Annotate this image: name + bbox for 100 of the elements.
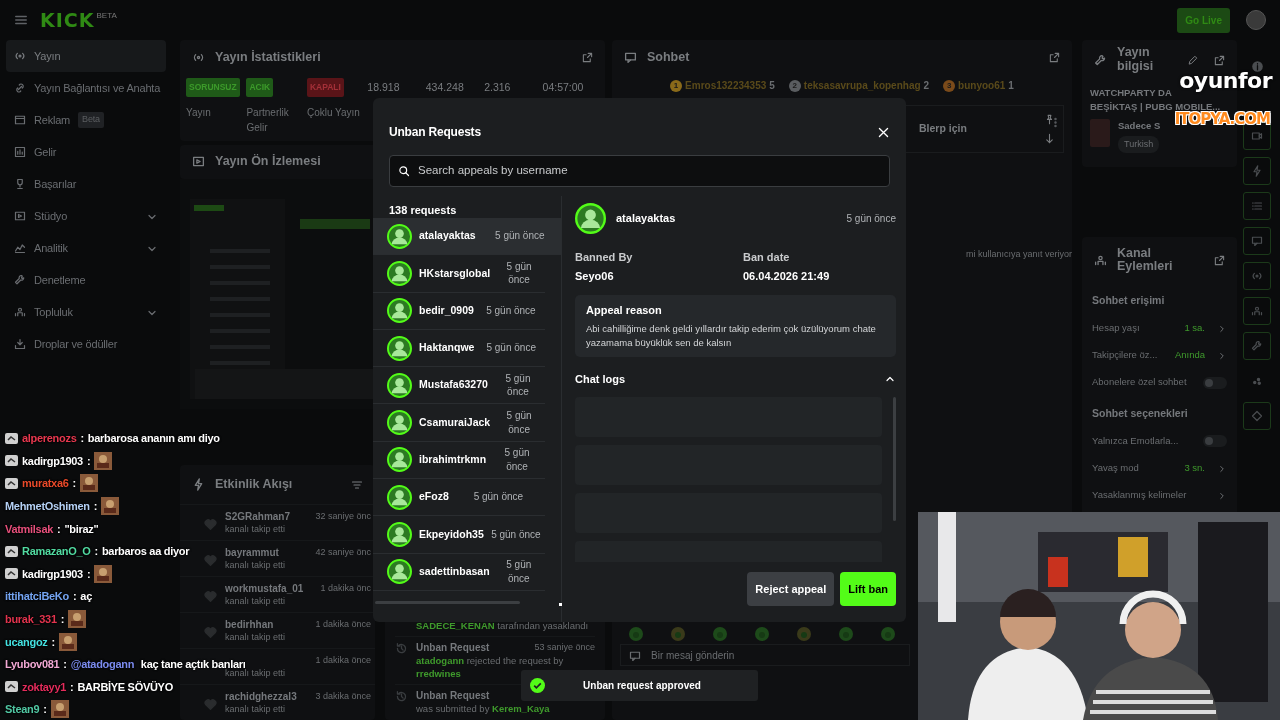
request-item[interactable]: atalayaktas 5 gün önce	[373, 218, 561, 256]
sidebar-item[interactable]: Stüdyo	[6, 200, 166, 232]
external-link-icon[interactable]	[1214, 54, 1225, 66]
panel-title: Etkinlik Akışı	[215, 476, 293, 494]
chat-username[interactable]: Stean9	[5, 703, 40, 716]
chat-username[interactable]: burak_331	[5, 613, 57, 626]
setting-row[interactable]: Yasaklanmış kelimeler	[1092, 481, 1227, 509]
request-item[interactable]: eFoz8 5 gün önce	[373, 479, 545, 517]
field-value: Seyo06	[575, 269, 615, 285]
username[interactable]: bedirhhan	[225, 618, 274, 631]
sidebar-item[interactable]: Gelir	[6, 136, 166, 168]
emote-icon[interactable]	[796, 626, 812, 642]
request-item[interactable]: Haktanqwe 5 gün önce	[373, 329, 545, 368]
chat-username[interactable]: ucangoz	[5, 635, 48, 648]
toggle-switch[interactable]	[1203, 376, 1227, 389]
chat-username[interactable]: Lyubov081	[5, 658, 60, 671]
appeal-title: Appeal reason	[586, 302, 663, 318]
event-text: kanalı takip etti	[225, 703, 287, 715]
username[interactable]: rachidghezzal3	[225, 690, 297, 703]
filter-icon[interactable]	[351, 478, 363, 491]
arrow-down-icon[interactable]	[1044, 133, 1055, 144]
logo[interactable]: KICK	[40, 5, 95, 35]
emote-icon[interactable]	[712, 626, 728, 642]
stat-value: 2.316	[484, 80, 512, 95]
sidebar-item[interactable]: Yayın Bağlantısı ve Anahta	[6, 72, 166, 104]
chat-username[interactable]: zoktayy1	[22, 680, 67, 693]
request-item[interactable]: sadettinbasan 5 gün önce	[373, 553, 545, 591]
setting-row[interactable]: Yavaş mod 3 sn.	[1092, 454, 1227, 482]
username[interactable]: bayrammut	[225, 546, 279, 559]
dots-icon[interactable]	[1251, 375, 1263, 387]
sidebar-item[interactable]: Yayın	[6, 40, 166, 72]
chat-username[interactable]: kadirgp1903	[22, 567, 83, 580]
message-input[interactable]: Bir mesaj gönderin	[649, 645, 901, 665]
username[interactable]: workmustafa_01	[225, 582, 304, 595]
sidebar-item[interactable]: Topluluk	[6, 296, 166, 328]
external-link-icon[interactable]	[582, 51, 593, 63]
close-button[interactable]	[877, 125, 890, 139]
separator: :	[86, 567, 91, 580]
request-item[interactable]: ibrahimtrkmn 5 gün önce	[373, 441, 545, 480]
emote-icon[interactable]	[670, 626, 686, 642]
external-link-icon[interactable]	[1214, 255, 1225, 267]
video-icon	[192, 155, 205, 169]
emote-icon[interactable]	[754, 626, 770, 642]
separator: :	[93, 500, 98, 513]
event-time: 1 dakika önc	[320, 582, 371, 595]
user-avatar[interactable]	[1246, 10, 1266, 30]
chat-username[interactable]: Vatmilsak	[5, 522, 54, 535]
event-time: 3 dakika önce	[315, 690, 371, 703]
mention-link[interactable]: @atadogann	[70, 658, 135, 671]
chat-username[interactable]: alperenozs	[22, 432, 77, 445]
emote-icon[interactable]	[880, 626, 896, 642]
emote-icon[interactable]	[628, 626, 644, 642]
event-time: 32 saniye önc	[315, 510, 371, 523]
emoji-icon[interactable]	[629, 649, 641, 662]
chat-username[interactable]: RamazanO_O	[22, 545, 91, 558]
request-item[interactable]: Ekpeyidoh35 5 gün önce	[373, 516, 545, 554]
field-label: Ban date	[743, 249, 791, 265]
chat-username[interactable]: kadirgp1903	[22, 454, 83, 467]
scrollbar[interactable]	[893, 397, 896, 522]
user-avatar	[387, 522, 412, 547]
toggle-switch[interactable]	[1203, 435, 1227, 448]
pencil-icon[interactable]	[1188, 54, 1198, 65]
ban-time: 5 gün önce	[846, 211, 896, 226]
log-text: SADECE_KENAN tarafından yasaklandı	[416, 619, 590, 632]
scrollbar[interactable]	[375, 601, 520, 604]
emote-icon[interactable]	[838, 626, 854, 642]
channel-icon	[1094, 253, 1107, 267]
request-item[interactable]: CsamuraiJack 5 gün önce	[373, 404, 545, 442]
reject-button[interactable]: Reject appeal	[747, 571, 835, 606]
user-avatar	[387, 298, 412, 324]
video-icon	[14, 210, 26, 222]
emote-icon	[68, 610, 87, 629]
external-link-icon[interactable]	[1049, 51, 1060, 63]
emote-icon	[101, 497, 120, 516]
setting-row[interactable]: Hesap yaşı 1 sa.	[1092, 315, 1227, 342]
dialog-title: Unban Requests	[389, 124, 481, 141]
message-field[interactable]: Bir mesaj gönderin	[620, 644, 910, 666]
request-item[interactable]: Mustafa63270 5 gün önce	[373, 367, 545, 405]
success-toast: Unban request approved	[521, 670, 758, 701]
panel-title: Yayın İstatistikleri	[215, 48, 321, 66]
chat-username[interactable]: ittihatciBeKo	[5, 590, 69, 603]
info-icon[interactable]	[1250, 59, 1264, 73]
sidebar-button[interactable]	[1243, 122, 1271, 150]
sidebar-item[interactable]: Analitik	[6, 232, 166, 264]
request-item[interactable]: HKstarsglobal 5 gün önce	[373, 255, 545, 293]
username[interactable]: S2GRahman7	[225, 510, 291, 523]
log-text: was submitted by Kerem_Kaya	[416, 702, 551, 715]
request-item[interactable]: bedir_0909 5 gün önce	[373, 292, 545, 330]
setting-row[interactable]: Takipçilere öz... Anında	[1092, 342, 1227, 369]
event-text: kanalı takip etti	[225, 523, 287, 535]
sidebar-item[interactable]: Başarılar	[6, 168, 166, 200]
lift-ban-button[interactable]: Lift ban	[840, 571, 896, 606]
menu-icon[interactable]	[14, 13, 28, 27]
sidebar-item[interactable]: Denetleme	[6, 264, 166, 296]
pin-icon[interactable]	[1044, 114, 1055, 125]
sidebar-item[interactable]: Droplar ve ödüller	[6, 328, 166, 360]
appeal-text: Abi cahilliğime denk geldi yıllardır takip ederim çok üzülüyorum chate yazamama büyüklük sen de kalsın	[586, 322, 877, 350]
user-avatar	[575, 202, 606, 234]
chat-username[interactable]: muratxa6	[22, 477, 69, 490]
chat-username[interactable]: MehmetOshimen	[5, 500, 90, 513]
